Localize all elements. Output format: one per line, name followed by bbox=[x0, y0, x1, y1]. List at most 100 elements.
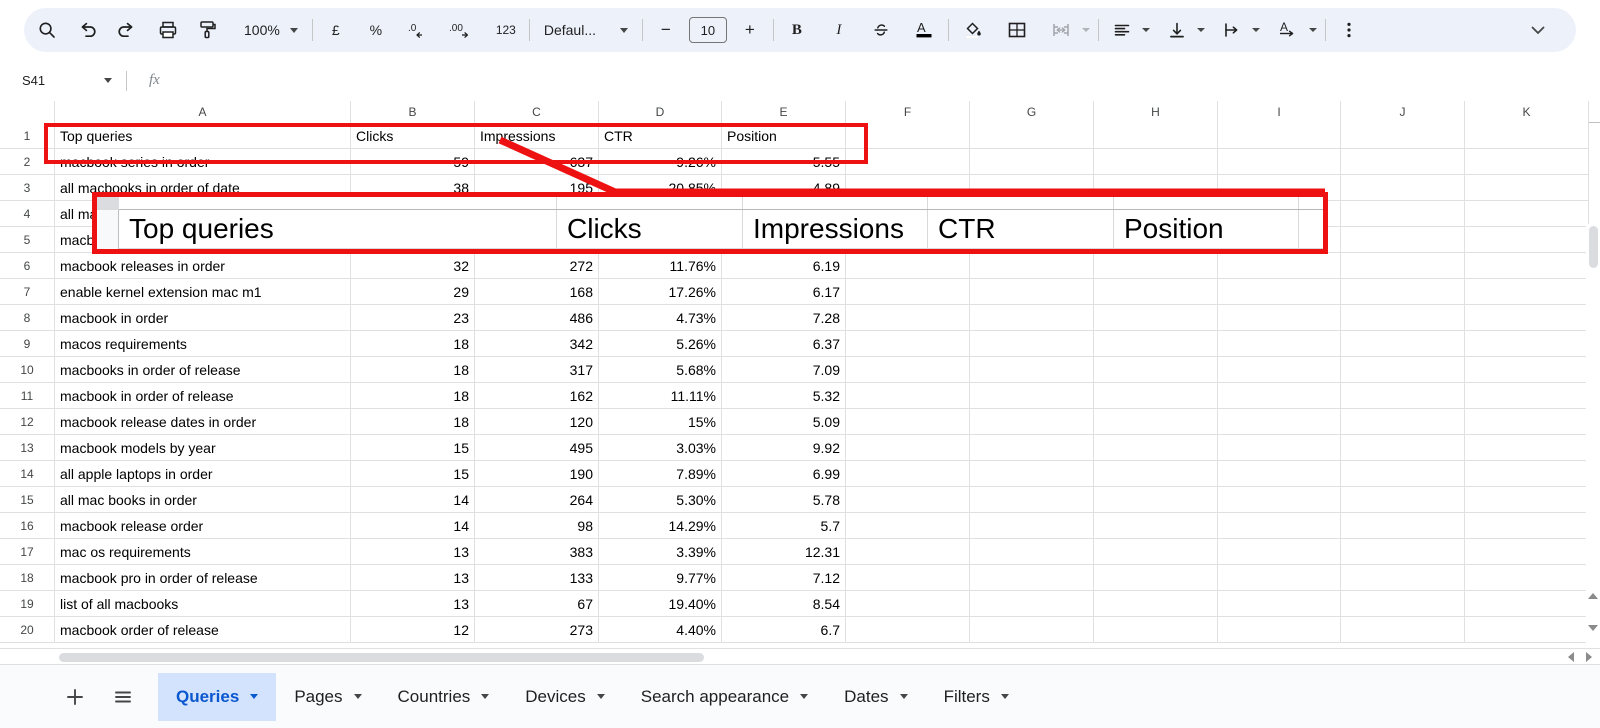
add-sheet-icon[interactable] bbox=[58, 680, 92, 714]
undo-icon[interactable] bbox=[72, 15, 104, 45]
cell-position[interactable]: 8.54 bbox=[722, 591, 846, 617]
cell-impressions[interactable]: 168 bbox=[475, 279, 599, 305]
cell-query[interactable]: macbook series in order bbox=[55, 149, 351, 175]
font-size-input[interactable]: 10 bbox=[688, 17, 727, 43]
cell-position[interactable]: 9.92 bbox=[722, 435, 846, 461]
cell-ctr[interactable]: 17.26% bbox=[599, 279, 722, 305]
cell-empty[interactable] bbox=[1341, 357, 1465, 383]
cell-empty[interactable] bbox=[1094, 461, 1218, 487]
redo-icon[interactable] bbox=[110, 15, 142, 45]
column-header-a[interactable]: A bbox=[55, 101, 351, 123]
cell-empty[interactable] bbox=[1341, 617, 1465, 643]
sheet-tab-queries[interactable]: Queries bbox=[158, 672, 277, 721]
row-header[interactable]: 2 bbox=[0, 149, 55, 175]
cell-empty[interactable] bbox=[1341, 331, 1465, 357]
cell-empty[interactable] bbox=[970, 487, 1094, 513]
sheet-tab-filters[interactable]: Filters bbox=[926, 673, 1027, 721]
name-box[interactable]: S41 bbox=[0, 60, 126, 102]
all-sheets-icon[interactable] bbox=[106, 680, 140, 714]
cell-empty[interactable] bbox=[1094, 513, 1218, 539]
cell-ctr[interactable]: 7.89% bbox=[599, 461, 722, 487]
cell-empty[interactable] bbox=[1341, 383, 1465, 409]
cell-empty[interactable] bbox=[1218, 357, 1341, 383]
cell-query[interactable]: macos requirements bbox=[55, 331, 351, 357]
cell-position[interactable]: 6.7 bbox=[722, 617, 846, 643]
chevron-down-icon[interactable] bbox=[1141, 28, 1150, 32]
cell-query[interactable]: all apple laptops in order bbox=[55, 461, 351, 487]
chevron-down-icon[interactable] bbox=[1196, 28, 1205, 32]
chevron-down-icon[interactable] bbox=[481, 694, 490, 699]
cell-ctr[interactable]: 19.40% bbox=[599, 591, 722, 617]
cell-empty[interactable] bbox=[1465, 487, 1589, 513]
row-header[interactable]: 6 bbox=[0, 253, 55, 279]
cell-empty[interactable] bbox=[1465, 617, 1589, 643]
column-header-j[interactable]: J bbox=[1341, 101, 1465, 123]
cell-c1[interactable]: Impressions bbox=[475, 123, 599, 149]
chevron-down-icon[interactable] bbox=[1081, 28, 1090, 32]
cell-impressions[interactable]: 98 bbox=[475, 513, 599, 539]
sheet-tab-dates[interactable]: Dates bbox=[826, 673, 925, 721]
scroll-up-icon[interactable] bbox=[1588, 593, 1598, 599]
row-header[interactable]: 5 bbox=[0, 227, 55, 253]
chevron-down-icon[interactable] bbox=[1251, 28, 1260, 32]
cell-empty[interactable] bbox=[1218, 409, 1341, 435]
cell-empty[interactable] bbox=[1341, 513, 1465, 539]
cell-impressions[interactable]: 162 bbox=[475, 383, 599, 409]
cell-empty[interactable] bbox=[1465, 409, 1589, 435]
cell-empty[interactable] bbox=[970, 435, 1094, 461]
text-wrapping-icon[interactable] bbox=[1217, 15, 1247, 45]
cell-empty[interactable] bbox=[846, 149, 970, 175]
cell-empty[interactable] bbox=[1465, 331, 1589, 357]
merge-cells-icon[interactable] bbox=[1045, 15, 1077, 45]
cell-empty[interactable] bbox=[846, 331, 970, 357]
cell-clicks[interactable]: 13 bbox=[351, 565, 475, 591]
horizontal-scrollbar-thumb[interactable] bbox=[59, 653, 704, 662]
cell-empty[interactable] bbox=[1465, 305, 1589, 331]
cell-query[interactable]: all mac books in order bbox=[55, 487, 351, 513]
cell-empty[interactable] bbox=[1465, 149, 1589, 175]
cell-f1[interactable] bbox=[846, 123, 970, 149]
cell-empty[interactable] bbox=[1218, 279, 1341, 305]
decrease-font-size-button[interactable]: − bbox=[651, 15, 681, 45]
increase-font-size-button[interactable]: + bbox=[735, 15, 765, 45]
cell-ctr[interactable]: 3.03% bbox=[599, 435, 722, 461]
cell-query[interactable]: enable kernel extension mac m1 bbox=[55, 279, 351, 305]
row-header[interactable]: 11 bbox=[0, 383, 55, 409]
cell-clicks[interactable]: 13 bbox=[351, 591, 475, 617]
row-header[interactable]: 1 bbox=[0, 123, 55, 149]
sheet-tab-pages[interactable]: Pages bbox=[276, 673, 379, 721]
row-header[interactable]: 3 bbox=[0, 175, 55, 201]
cell-empty[interactable] bbox=[846, 487, 970, 513]
cell-empty[interactable] bbox=[1218, 435, 1341, 461]
column-header-k[interactable]: K bbox=[1465, 101, 1589, 123]
percent-icon[interactable]: % bbox=[361, 15, 391, 45]
cell-empty[interactable] bbox=[970, 305, 1094, 331]
cell-clicks[interactable]: 18 bbox=[351, 383, 475, 409]
cell-impressions[interactable]: 133 bbox=[475, 565, 599, 591]
scroll-left-icon[interactable] bbox=[1568, 652, 1574, 662]
cell-empty[interactable] bbox=[970, 357, 1094, 383]
cell-i1[interactable] bbox=[1218, 123, 1341, 149]
cell-empty[interactable] bbox=[1465, 513, 1589, 539]
cell-query[interactable]: macbook pro in order of release bbox=[55, 565, 351, 591]
row-header[interactable]: 7 bbox=[0, 279, 55, 305]
print-icon[interactable] bbox=[152, 15, 184, 45]
cell-empty[interactable] bbox=[846, 409, 970, 435]
row-header[interactable]: 19 bbox=[0, 591, 55, 617]
select-all-corner[interactable] bbox=[0, 101, 55, 123]
cell-position[interactable]: 6.19 bbox=[722, 253, 846, 279]
cell-empty[interactable] bbox=[1094, 149, 1218, 175]
formula-input[interactable] bbox=[160, 60, 1600, 102]
cell-ctr[interactable]: 5.26% bbox=[599, 331, 722, 357]
cell-clicks[interactable]: 23 bbox=[351, 305, 475, 331]
cell-empty[interactable] bbox=[846, 539, 970, 565]
cell-empty[interactable] bbox=[970, 253, 1094, 279]
cell-empty[interactable] bbox=[1218, 305, 1341, 331]
cell-empty[interactable] bbox=[1465, 201, 1589, 227]
cell-ctr[interactable]: 3.39% bbox=[599, 539, 722, 565]
cell-empty[interactable] bbox=[1218, 617, 1341, 643]
column-header-d[interactable]: D bbox=[599, 101, 722, 123]
cell-b1[interactable]: Clicks bbox=[351, 123, 475, 149]
row-header[interactable]: 10 bbox=[0, 357, 55, 383]
column-header-h[interactable]: H bbox=[1094, 101, 1218, 123]
